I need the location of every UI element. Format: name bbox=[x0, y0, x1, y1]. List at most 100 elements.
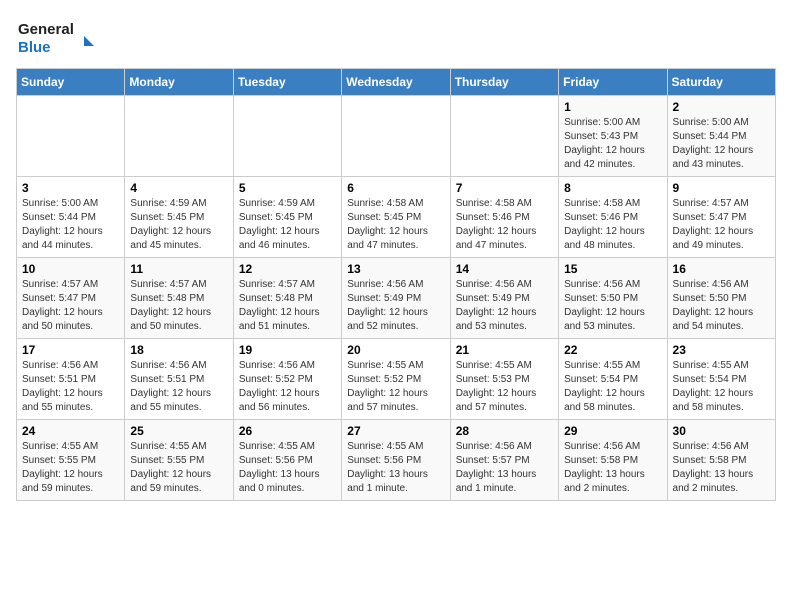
weekday-header-saturday: Saturday bbox=[667, 69, 775, 96]
calendar-cell: 5 Sunrise: 4:59 AM Sunset: 5:45 PM Daylig… bbox=[233, 177, 341, 258]
day-info: Sunrise: 4:56 AM Sunset: 5:51 PM Dayligh… bbox=[130, 359, 227, 415]
calendar-cell: 21Sunrise: 4:55 AM Sunset: 5:53 PM Dayli… bbox=[450, 339, 558, 420]
day-info: Sunrise: 5:00 AM Sunset: 5:44 PM Dayligh… bbox=[22, 197, 119, 253]
calendar-cell: 28 Sunrise: 4:56 AM Sunset: 5:57 PM Dayli… bbox=[450, 420, 558, 501]
svg-text:General: General bbox=[18, 21, 74, 38]
calendar-week-3: 10 Sunrise: 4:57 AM Sunset: 5:47 PM Dayli… bbox=[17, 258, 776, 339]
calendar-cell: 10 Sunrise: 4:57 AM Sunset: 5:47 PM Dayli… bbox=[17, 258, 125, 339]
calendar-cell: 7 Sunrise: 4:58 AM Sunset: 5:46 PM Daylig… bbox=[450, 177, 558, 258]
calendar-cell: 24 Sunrise: 4:55 AM Sunset: 5:55 PM Dayli… bbox=[17, 420, 125, 501]
day-info: Sunrise: 4:56 AM Sunset: 5:50 PM Dayligh… bbox=[564, 278, 661, 334]
calendar-cell bbox=[342, 96, 450, 177]
calendar-cell: 2 Sunrise: 5:00 AM Sunset: 5:44 PM Daylig… bbox=[667, 96, 775, 177]
day-number: 24 bbox=[22, 424, 119, 438]
day-info: Sunrise: 4:55 AM Sunset: 5:55 PM Dayligh… bbox=[22, 440, 119, 496]
day-info: Sunrise: 4:56 AM Sunset: 5:49 PM Dayligh… bbox=[456, 278, 553, 334]
calendar-cell: 26 Sunrise: 4:55 AM Sunset: 5:56 PM Dayli… bbox=[233, 420, 341, 501]
day-number: 20 bbox=[347, 343, 444, 357]
day-number: 1 bbox=[564, 100, 661, 114]
day-info: Sunrise: 4:56 AM Sunset: 5:57 PM Dayligh… bbox=[456, 440, 553, 496]
calendar-cell: 16 Sunrise: 4:56 AM Sunset: 5:50 PM Dayli… bbox=[667, 258, 775, 339]
day-number: 17 bbox=[22, 343, 119, 357]
calendar-week-2: 3 Sunrise: 5:00 AM Sunset: 5:44 PM Daylig… bbox=[17, 177, 776, 258]
calendar-week-4: 17 Sunrise: 4:56 AM Sunset: 5:51 PM Dayli… bbox=[17, 339, 776, 420]
calendar-cell: 17Sunrise: 4:56 AM Sunset: 5:51 PM Dayli… bbox=[17, 339, 125, 420]
day-number: 29 bbox=[564, 424, 661, 438]
day-number: 7 bbox=[456, 181, 553, 195]
calendar-cell: 30 Sunrise: 4:56 AM Sunset: 5:58 PM Dayli… bbox=[667, 420, 775, 501]
weekday-header-friday: Friday bbox=[559, 69, 667, 96]
day-info: Sunrise: 4:58 AM Sunset: 5:45 PM Dayligh… bbox=[347, 197, 444, 253]
day-number: 30 bbox=[673, 424, 770, 438]
calendar-cell bbox=[233, 96, 341, 177]
logo: GeneralBlue bbox=[16, 16, 96, 56]
calendar-cell: 23Sunrise: 4:55 AM Sunset: 5:54 PM Dayli… bbox=[667, 339, 775, 420]
day-info: Sunrise: 5:00 AM Sunset: 5:43 PM Dayligh… bbox=[564, 116, 661, 172]
day-number: 14 bbox=[456, 262, 553, 276]
day-number: 8 bbox=[564, 181, 661, 195]
calendar-cell: 1 Sunrise: 5:00 AM Sunset: 5:43 PM Daylig… bbox=[559, 96, 667, 177]
day-info: Sunrise: 4:56 AM Sunset: 5:50 PM Dayligh… bbox=[673, 278, 770, 334]
day-number: 11 bbox=[130, 262, 227, 276]
day-info: Sunrise: 4:55 AM Sunset: 5:54 PM Dayligh… bbox=[673, 359, 770, 415]
day-info: Sunrise: 4:55 AM Sunset: 5:56 PM Dayligh… bbox=[347, 440, 444, 496]
day-info: Sunrise: 4:56 AM Sunset: 5:49 PM Dayligh… bbox=[347, 278, 444, 334]
day-info: Sunrise: 4:57 AM Sunset: 5:47 PM Dayligh… bbox=[673, 197, 770, 253]
day-info: Sunrise: 4:57 AM Sunset: 5:48 PM Dayligh… bbox=[130, 278, 227, 334]
calendar-cell: 25Sunrise: 4:55 AM Sunset: 5:55 PM Dayli… bbox=[125, 420, 233, 501]
day-number: 21 bbox=[456, 343, 553, 357]
day-info: Sunrise: 4:55 AM Sunset: 5:54 PM Dayligh… bbox=[564, 359, 661, 415]
day-info: Sunrise: 4:55 AM Sunset: 5:56 PM Dayligh… bbox=[239, 440, 336, 496]
calendar-cell: 12Sunrise: 4:57 AM Sunset: 5:48 PM Dayli… bbox=[233, 258, 341, 339]
calendar-cell: 27Sunrise: 4:55 AM Sunset: 5:56 PM Dayli… bbox=[342, 420, 450, 501]
day-number: 3 bbox=[22, 181, 119, 195]
calendar-cell: 9Sunrise: 4:57 AM Sunset: 5:47 PM Daylig… bbox=[667, 177, 775, 258]
day-number: 5 bbox=[239, 181, 336, 195]
day-number: 19 bbox=[239, 343, 336, 357]
day-info: Sunrise: 4:56 AM Sunset: 5:58 PM Dayligh… bbox=[673, 440, 770, 496]
day-info: Sunrise: 4:57 AM Sunset: 5:47 PM Dayligh… bbox=[22, 278, 119, 334]
calendar-cell bbox=[125, 96, 233, 177]
day-info: Sunrise: 5:00 AM Sunset: 5:44 PM Dayligh… bbox=[673, 116, 770, 172]
calendar-cell: 4 Sunrise: 4:59 AM Sunset: 5:45 PM Daylig… bbox=[125, 177, 233, 258]
calendar-table: SundayMondayTuesdayWednesdayThursdayFrid… bbox=[16, 68, 776, 501]
calendar-cell: 15 Sunrise: 4:56 AM Sunset: 5:50 PM Dayli… bbox=[559, 258, 667, 339]
weekday-header-tuesday: Tuesday bbox=[233, 69, 341, 96]
day-number: 28 bbox=[456, 424, 553, 438]
calendar-cell: 29 Sunrise: 4:56 AM Sunset: 5:58 PM Dayli… bbox=[559, 420, 667, 501]
page-header: GeneralBlue bbox=[16, 16, 776, 56]
day-number: 13 bbox=[347, 262, 444, 276]
weekday-header-sunday: Sunday bbox=[17, 69, 125, 96]
day-number: 6 bbox=[347, 181, 444, 195]
day-info: Sunrise: 4:55 AM Sunset: 5:52 PM Dayligh… bbox=[347, 359, 444, 415]
calendar-cell: 14 Sunrise: 4:56 AM Sunset: 5:49 PM Dayli… bbox=[450, 258, 558, 339]
day-info: Sunrise: 4:58 AM Sunset: 5:46 PM Dayligh… bbox=[456, 197, 553, 253]
day-info: Sunrise: 4:55 AM Sunset: 5:55 PM Dayligh… bbox=[130, 440, 227, 496]
day-number: 15 bbox=[564, 262, 661, 276]
day-info: Sunrise: 4:56 AM Sunset: 5:58 PM Dayligh… bbox=[564, 440, 661, 496]
calendar-cell: 3 Sunrise: 5:00 AM Sunset: 5:44 PM Daylig… bbox=[17, 177, 125, 258]
day-info: Sunrise: 4:59 AM Sunset: 5:45 PM Dayligh… bbox=[239, 197, 336, 253]
weekday-header-thursday: Thursday bbox=[450, 69, 558, 96]
day-number: 18 bbox=[130, 343, 227, 357]
calendar-cell: 20 Sunrise: 4:55 AM Sunset: 5:52 PM Dayli… bbox=[342, 339, 450, 420]
day-info: Sunrise: 4:57 AM Sunset: 5:48 PM Dayligh… bbox=[239, 278, 336, 334]
weekday-header-wednesday: Wednesday bbox=[342, 69, 450, 96]
day-number: 26 bbox=[239, 424, 336, 438]
svg-text:Blue: Blue bbox=[18, 39, 51, 56]
calendar-week-5: 24 Sunrise: 4:55 AM Sunset: 5:55 PM Dayli… bbox=[17, 420, 776, 501]
day-info: Sunrise: 4:59 AM Sunset: 5:45 PM Dayligh… bbox=[130, 197, 227, 253]
calendar-week-1: 1 Sunrise: 5:00 AM Sunset: 5:43 PM Daylig… bbox=[17, 96, 776, 177]
calendar-cell: 13 Sunrise: 4:56 AM Sunset: 5:49 PM Dayli… bbox=[342, 258, 450, 339]
day-number: 4 bbox=[130, 181, 227, 195]
day-number: 2 bbox=[673, 100, 770, 114]
day-info: Sunrise: 4:56 AM Sunset: 5:52 PM Dayligh… bbox=[239, 359, 336, 415]
calendar-cell: 22 Sunrise: 4:55 AM Sunset: 5:54 PM Dayli… bbox=[559, 339, 667, 420]
logo-icon: GeneralBlue bbox=[16, 16, 96, 56]
calendar-cell bbox=[450, 96, 558, 177]
weekday-header-row: SundayMondayTuesdayWednesdayThursdayFrid… bbox=[17, 69, 776, 96]
calendar-cell: 8Sunrise: 4:58 AM Sunset: 5:46 PM Daylig… bbox=[559, 177, 667, 258]
day-number: 22 bbox=[564, 343, 661, 357]
day-number: 16 bbox=[673, 262, 770, 276]
day-number: 10 bbox=[22, 262, 119, 276]
